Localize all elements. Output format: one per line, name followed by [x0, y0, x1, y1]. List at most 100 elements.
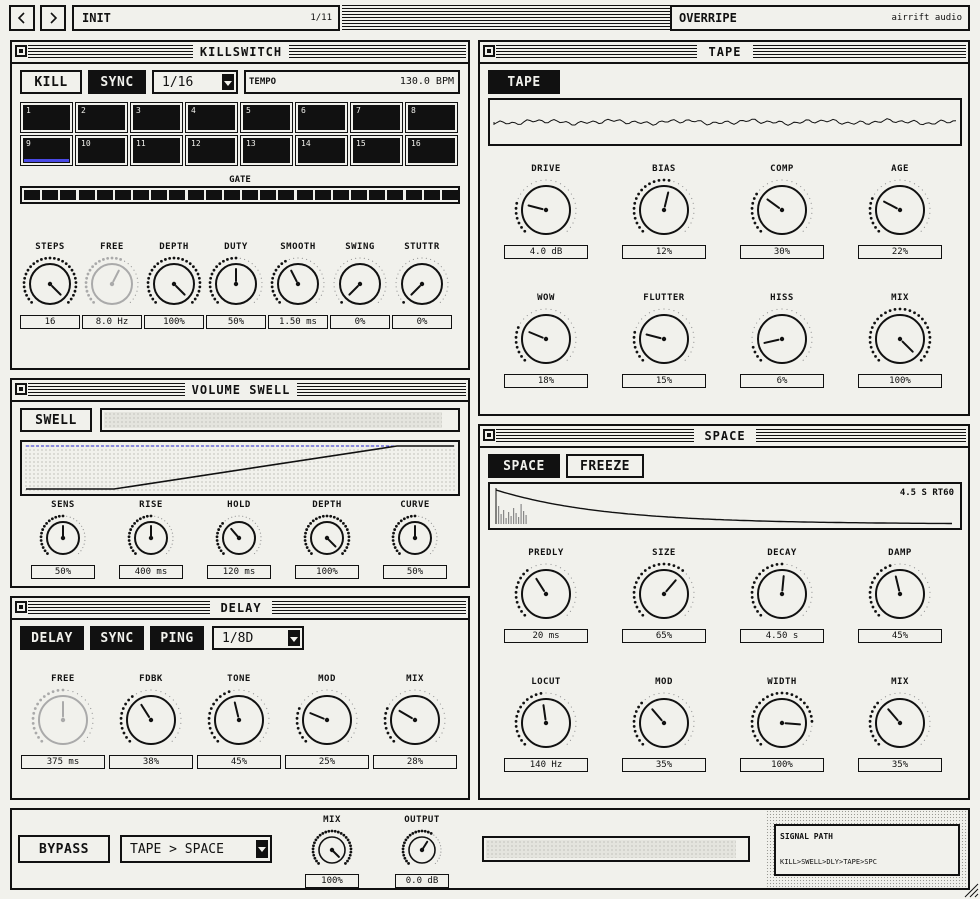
- step-cell[interactable]: 8: [405, 102, 458, 133]
- preset-display[interactable]: INIT 1/11: [72, 5, 340, 31]
- swing-knob[interactable]: [330, 254, 390, 314]
- knob-value[interactable]: 35%: [622, 758, 706, 772]
- freeze-button[interactable]: FREEZE: [566, 454, 644, 478]
- knob-value[interactable]: 400 ms: [119, 565, 183, 579]
- mod-knob[interactable]: [293, 686, 361, 754]
- step-cell[interactable]: 14: [295, 135, 348, 166]
- comp-knob[interactable]: [748, 176, 816, 244]
- stuttr-knob[interactable]: [392, 254, 452, 314]
- knob-value[interactable]: 50%: [383, 565, 447, 579]
- delay-button[interactable]: DELAY: [20, 626, 84, 650]
- step-cell[interactable]: 2: [75, 102, 128, 133]
- size-knob[interactable]: [630, 560, 698, 628]
- age-knob[interactable]: [866, 176, 934, 244]
- step-cell[interactable]: 15: [350, 135, 403, 166]
- knob-value[interactable]: 0.0 dB: [395, 874, 449, 888]
- width-knob[interactable]: [748, 689, 816, 757]
- knob-value[interactable]: 100%: [144, 315, 204, 329]
- knob-value[interactable]: 140 Hz: [504, 758, 588, 772]
- knob-value[interactable]: 6%: [740, 374, 824, 388]
- knob-value[interactable]: 50%: [31, 565, 95, 579]
- step-cell[interactable]: 11: [130, 135, 183, 166]
- knob-value[interactable]: 35%: [858, 758, 942, 772]
- hold-knob[interactable]: [213, 512, 265, 564]
- ping-button[interactable]: PING: [150, 626, 204, 650]
- mode-display[interactable]: OVERRIPE airrift audio: [670, 5, 970, 31]
- hiss-knob[interactable]: [748, 305, 816, 373]
- mix-knob[interactable]: [866, 689, 934, 757]
- next-preset-button[interactable]: [40, 5, 66, 31]
- duty-knob[interactable]: [206, 254, 266, 314]
- depth-knob[interactable]: [301, 512, 353, 564]
- knob-value[interactable]: 45%: [858, 629, 942, 643]
- free-knob[interactable]: [29, 686, 97, 754]
- knob-value[interactable]: 38%: [109, 755, 193, 769]
- knob-value[interactable]: 45%: [197, 755, 281, 769]
- panel-toggle-icon[interactable]: [15, 601, 27, 613]
- predly-knob[interactable]: [512, 560, 580, 628]
- step-cell[interactable]: 4: [185, 102, 238, 133]
- delay-sync-button[interactable]: SYNC: [90, 626, 144, 650]
- knob-value[interactable]: 100%: [740, 758, 824, 772]
- resize-grip-icon[interactable]: [963, 882, 979, 898]
- knob-value[interactable]: 100%: [858, 374, 942, 388]
- knob-value[interactable]: 4.0 dB: [504, 245, 588, 259]
- knob-value[interactable]: 8.0 Hz: [82, 315, 142, 329]
- knob-value[interactable]: 22%: [858, 245, 942, 259]
- space-button[interactable]: SPACE: [488, 454, 560, 478]
- step-cell[interactable]: 6: [295, 102, 348, 133]
- mod-knob[interactable]: [630, 689, 698, 757]
- knob-value[interactable]: 0%: [330, 315, 390, 329]
- knob-value[interactable]: 120 ms: [207, 565, 271, 579]
- step-cell[interactable]: 9: [20, 135, 73, 166]
- step-cell[interactable]: 5: [240, 102, 293, 133]
- panel-toggle-icon[interactable]: [483, 45, 495, 57]
- swell-button[interactable]: SWELL: [20, 408, 92, 432]
- mix-knob[interactable]: [381, 686, 449, 754]
- knob-value[interactable]: 28%: [373, 755, 457, 769]
- knob-value[interactable]: 100%: [295, 565, 359, 579]
- curve-knob[interactable]: [389, 512, 441, 564]
- panel-toggle-icon[interactable]: [15, 383, 27, 395]
- output-knob[interactable]: [399, 827, 445, 873]
- steps-knob[interactable]: [20, 254, 80, 314]
- step-cell[interactable]: 3: [130, 102, 183, 133]
- tape-button[interactable]: TAPE: [488, 70, 560, 94]
- knob-value[interactable]: 1.50 ms: [268, 315, 328, 329]
- fx-order-select[interactable]: TAPE > SPACE: [120, 835, 272, 863]
- bypass-button[interactable]: BYPASS: [18, 835, 110, 863]
- delay-rate-select[interactable]: 1/8D: [212, 626, 304, 650]
- fdbk-knob[interactable]: [117, 686, 185, 754]
- step-cell[interactable]: 10: [75, 135, 128, 166]
- step-cell[interactable]: 1: [20, 102, 73, 133]
- free-knob[interactable]: [82, 254, 142, 314]
- step-cell[interactable]: 7: [350, 102, 403, 133]
- killswitch-sync-button[interactable]: SYNC: [88, 70, 146, 94]
- wow-knob[interactable]: [512, 305, 580, 373]
- smooth-knob[interactable]: [268, 254, 328, 314]
- knob-value[interactable]: 375 ms: [21, 755, 105, 769]
- decay-knob[interactable]: [748, 560, 816, 628]
- knob-value[interactable]: 30%: [740, 245, 824, 259]
- knob-value[interactable]: 0%: [392, 315, 452, 329]
- knob-value[interactable]: 16: [20, 315, 80, 329]
- flutter-knob[interactable]: [630, 305, 698, 373]
- rise-knob[interactable]: [125, 512, 177, 564]
- knob-value[interactable]: 100%: [305, 874, 359, 888]
- kill-button[interactable]: KILL: [20, 70, 82, 94]
- step-cell[interactable]: 12: [185, 135, 238, 166]
- step-cell[interactable]: 16: [405, 135, 458, 166]
- knob-value[interactable]: 12%: [622, 245, 706, 259]
- prev-preset-button[interactable]: [9, 5, 35, 31]
- tone-knob[interactable]: [205, 686, 273, 754]
- knob-value[interactable]: 20 ms: [504, 629, 588, 643]
- mix-knob[interactable]: [309, 827, 355, 873]
- knob-value[interactable]: 50%: [206, 315, 266, 329]
- panel-toggle-icon[interactable]: [15, 45, 27, 57]
- bias-knob[interactable]: [630, 176, 698, 244]
- mix-knob[interactable]: [866, 305, 934, 373]
- knob-value[interactable]: 4.50 s: [740, 629, 824, 643]
- knob-value[interactable]: 18%: [504, 374, 588, 388]
- step-cell[interactable]: 13: [240, 135, 293, 166]
- depth-knob[interactable]: [144, 254, 204, 314]
